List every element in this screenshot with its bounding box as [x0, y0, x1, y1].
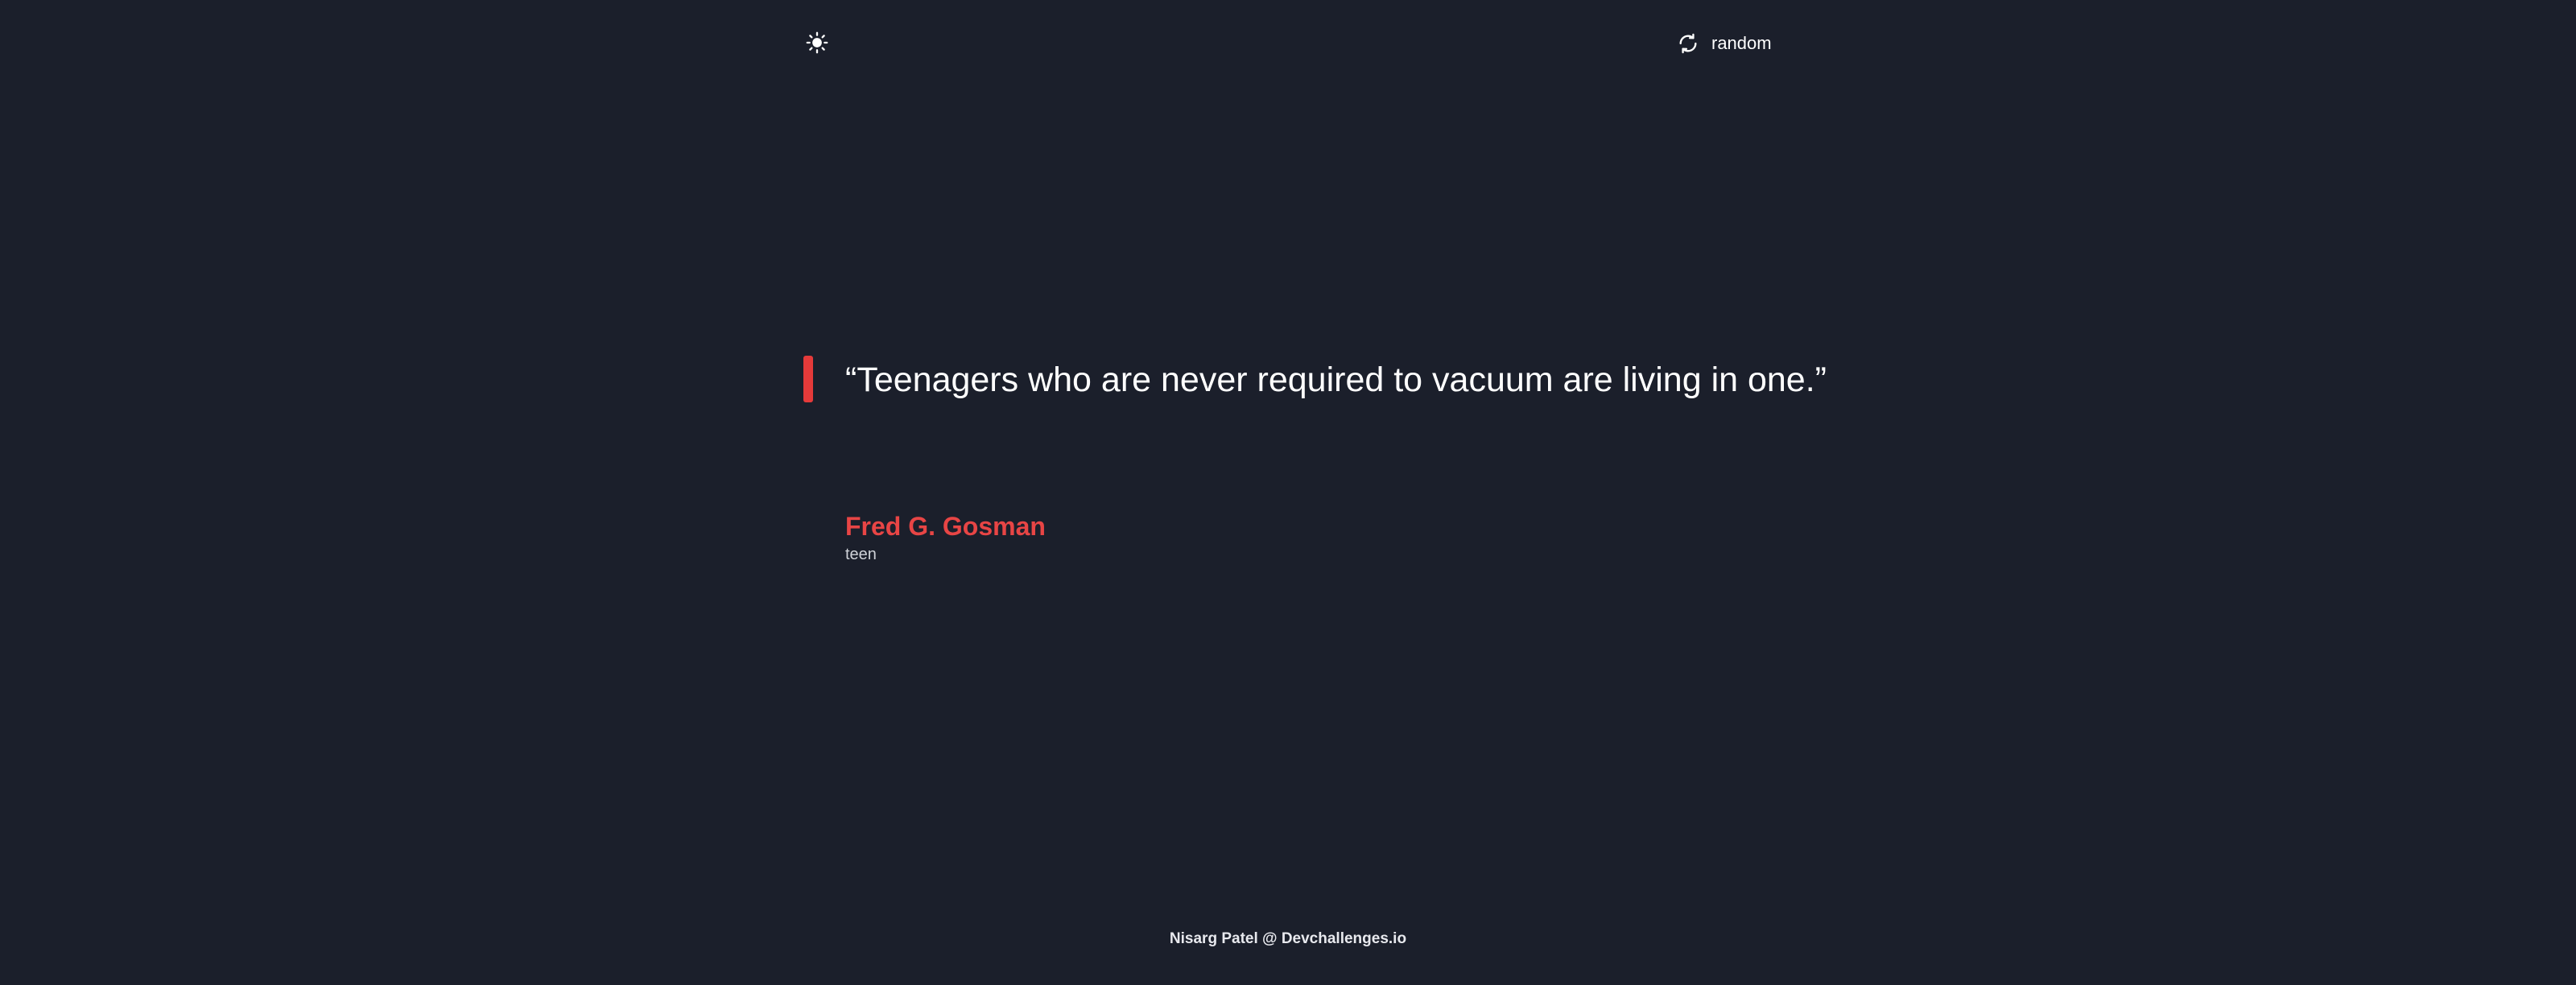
- quote-text: “Teenagers who are never required to vac…: [845, 361, 1827, 399]
- random-quote-button[interactable]: random: [1676, 27, 1772, 60]
- footer-credit: Nisarg Patel @ Devchallenges.io: [1169, 930, 1407, 947]
- theme-toggle-button[interactable]: [803, 31, 831, 58]
- author-name[interactable]: Fred G. Gosman: [845, 510, 1046, 542]
- random-label: random: [1711, 33, 1772, 53]
- quote-genre: teen: [845, 546, 877, 563]
- refresh-icon: [1676, 31, 1700, 56]
- quote-accent-bar: [803, 356, 813, 402]
- author-block[interactable]: Fred G. Gosman teen: [845, 510, 1046, 567]
- sun-icon: [806, 31, 828, 58]
